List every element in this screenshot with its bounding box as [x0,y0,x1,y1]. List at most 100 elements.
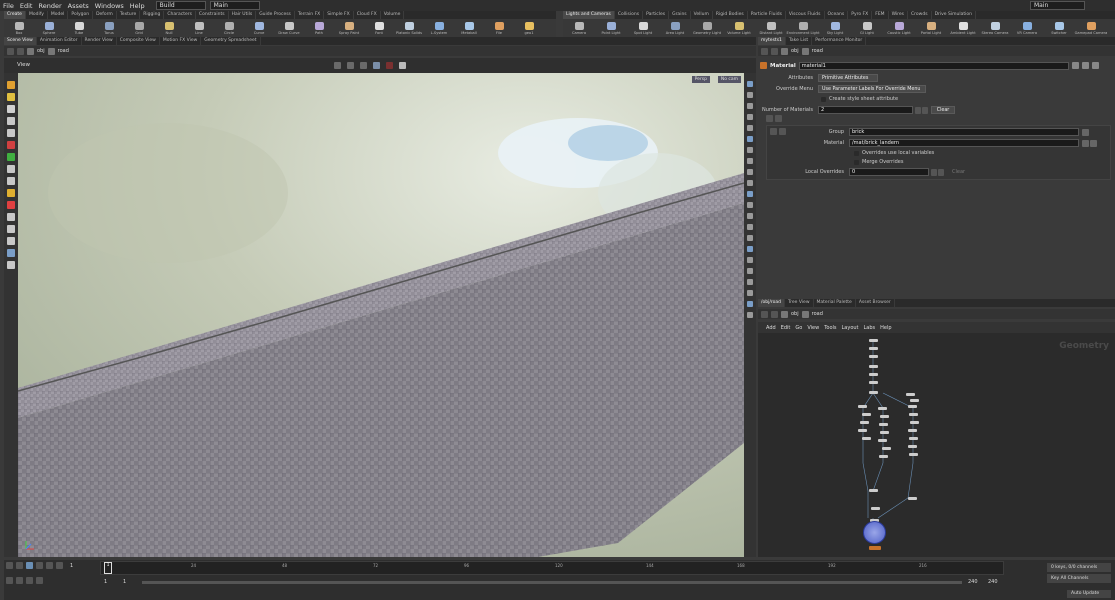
network-node[interactable] [878,407,887,410]
node-name-field[interactable]: material1 [798,61,1069,70]
attributes-menu[interactable]: Primitive Attributes [818,74,878,82]
shelf-tab[interactable]: Guide Process [256,11,295,19]
network-node[interactable] [860,421,869,424]
range-end2-field[interactable]: 240 [988,579,998,585]
wireframe-icon[interactable] [373,62,380,69]
network-menu-item[interactable]: Labs [864,325,876,331]
play-icon[interactable] [36,562,43,569]
shelf-tab[interactable]: Volume [381,11,405,19]
key-all-channels-button[interactable]: Key All Channels [1047,574,1111,583]
network-node[interactable] [869,339,878,342]
shelf-tool[interactable]: Font [364,19,394,37]
pane-tab[interactable]: Material Palette [814,299,856,307]
shelf-tool[interactable]: Camera [563,19,595,37]
shelf-tool[interactable]: Gamepad Camera [1075,19,1107,37]
desktop-select-main[interactable]: Main [209,1,260,10]
shelf-tool[interactable]: GI Light [851,19,883,37]
shelf-tab[interactable]: Hair Utils [229,11,257,19]
num-minus-button[interactable] [922,106,928,114]
display-option-icon[interactable] [747,312,753,318]
shelf-tool[interactable]: Point Light [595,19,627,37]
remove-block-icon[interactable] [770,128,777,135]
viewport-tool-icon[interactable] [7,141,15,149]
shelf-tab[interactable]: Viscous Fluids [786,11,825,19]
network-node[interactable] [910,421,919,424]
persp-menu[interactable]: Persp [691,76,710,83]
snap-icon[interactable] [347,62,354,69]
material-node-selected[interactable] [863,521,886,544]
viewport-tool-icon[interactable] [7,177,15,185]
shelf-tab[interactable]: Crowds [908,11,932,19]
desktop-select-main-right[interactable]: Main [1030,1,1085,10]
shelf-tool[interactable]: Geometry Light [691,19,723,37]
network-node[interactable] [880,431,889,434]
network-node[interactable] [869,373,878,376]
material-field[interactable]: /mat/brick_landern [849,139,1079,147]
menu-windows[interactable]: Windows [92,2,127,10]
num-plus-button[interactable] [915,106,921,114]
viewport-tool-icon[interactable] [7,249,15,257]
network-menu-item[interactable]: Go [795,325,802,331]
network-node[interactable] [879,423,888,426]
param-path-obj[interactable]: obj [791,48,799,54]
shelf-tab[interactable]: Polygon [68,11,94,19]
display-option-icon[interactable] [747,103,753,109]
viewport-tool-icon[interactable] [7,105,15,113]
network-node[interactable] [908,497,917,500]
clear-overrides-button[interactable]: Clear [952,169,965,175]
network-menu-item[interactable]: Tools [824,325,836,331]
shelf-tool[interactable]: Volume Light [723,19,755,37]
pane-tab[interactable]: Geometry Spreadsheet [201,37,261,45]
stylesheet-checkbox[interactable] [821,96,826,102]
display-option-icon[interactable] [747,180,753,186]
multiparm-tab-2[interactable] [775,115,782,122]
network-node[interactable] [879,455,888,458]
group-field[interactable]: brick [849,128,1079,136]
menu-help[interactable]: Help [127,2,148,10]
shelf-tool[interactable]: Distant Light [755,19,787,37]
viewport-tool-icon[interactable] [7,165,15,173]
shelf-tab[interactable]: Lights and Cameras [563,11,615,19]
stop-icon[interactable] [26,562,33,569]
network-menu-item[interactable]: View [807,325,819,331]
pane-tab[interactable]: mytests1 [758,37,786,45]
network-node[interactable] [878,439,887,442]
network-node[interactable] [909,437,918,440]
network-node[interactable] [880,415,889,418]
pane-tab[interactable]: Performance Monitor [812,37,867,45]
network-menu-item[interactable]: Edit [781,325,791,331]
shelf-tool[interactable]: Draw Curve [274,19,304,37]
network-node[interactable] [869,347,878,350]
3d-viewport[interactable]: Persp No cam [18,73,744,557]
network-menu-item[interactable]: Help [880,325,891,331]
shelf-tab[interactable]: Rigging [140,11,165,19]
shelf-tab[interactable]: Cloud FX [354,11,381,19]
viewer-path-obj[interactable]: obj [37,48,45,54]
shelf-tool[interactable]: File [484,19,514,37]
shelf-tool[interactable]: Circle [214,19,244,37]
display-option-icon[interactable] [747,290,753,296]
shelf-tab[interactable]: Particles [643,11,670,19]
shelf-tool[interactable]: Path [304,19,334,37]
display-option-icon[interactable] [747,125,753,131]
shelf-tool[interactable]: Caustic Light [883,19,915,37]
display-option-icon[interactable] [747,268,753,274]
network-node[interactable] [908,429,917,432]
network-node[interactable] [908,445,917,448]
pane-tab[interactable]: Animation Editor [37,37,82,45]
net-forward-icon[interactable] [771,310,778,318]
menu-render[interactable]: Render [35,2,64,10]
range-start-field[interactable]: 1 [104,579,107,585]
merge-overrides-checkbox[interactable] [854,159,859,165]
viewport-tool-icon[interactable] [7,93,15,101]
shelf-tab[interactable]: Pyro FX [848,11,873,19]
net-path-road[interactable]: road [812,311,823,317]
display-icon[interactable] [360,62,367,69]
display-option-icon[interactable] [747,279,753,285]
shelf-tab[interactable]: Characters [164,11,196,19]
local-overrides-field[interactable]: 0 [849,168,929,176]
gear-icon[interactable] [1071,62,1079,69]
network-menu-item[interactable]: Layout [842,325,859,331]
help-icon[interactable] [1081,62,1089,69]
network-editor[interactable]: Geometry [758,333,1115,557]
